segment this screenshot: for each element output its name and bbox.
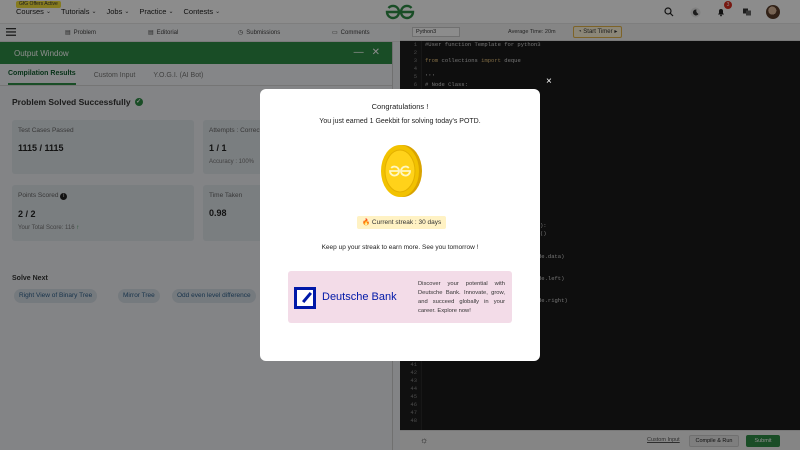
modal-close-button[interactable]: × bbox=[546, 76, 552, 87]
geekbit-earned-text: You just earned 1 Geekbit for solving to… bbox=[319, 118, 481, 125]
congrats-modal: Congratulations ! You just earned 1 Geek… bbox=[260, 89, 540, 361]
geekbit-coin-icon bbox=[381, 145, 422, 197]
promo-banner[interactable]: Deutsche Bank Discover your potential wi… bbox=[288, 271, 512, 323]
modal-title: Congratulations ! bbox=[371, 102, 429, 111]
promo-text: Discover your potential with Deutsche Ba… bbox=[418, 281, 505, 314]
streak-badge: 🔥 Current streak : 30 days bbox=[357, 216, 447, 229]
promo-brand: Deutsche Bank bbox=[322, 291, 397, 303]
fire-icon: 🔥 bbox=[362, 219, 371, 226]
deutsche-bank-logo-icon bbox=[294, 287, 316, 309]
keep-up-text: Keep up your streak to earn more. See yo… bbox=[321, 244, 479, 251]
streak-text: Current streak : 30 days bbox=[371, 219, 442, 226]
